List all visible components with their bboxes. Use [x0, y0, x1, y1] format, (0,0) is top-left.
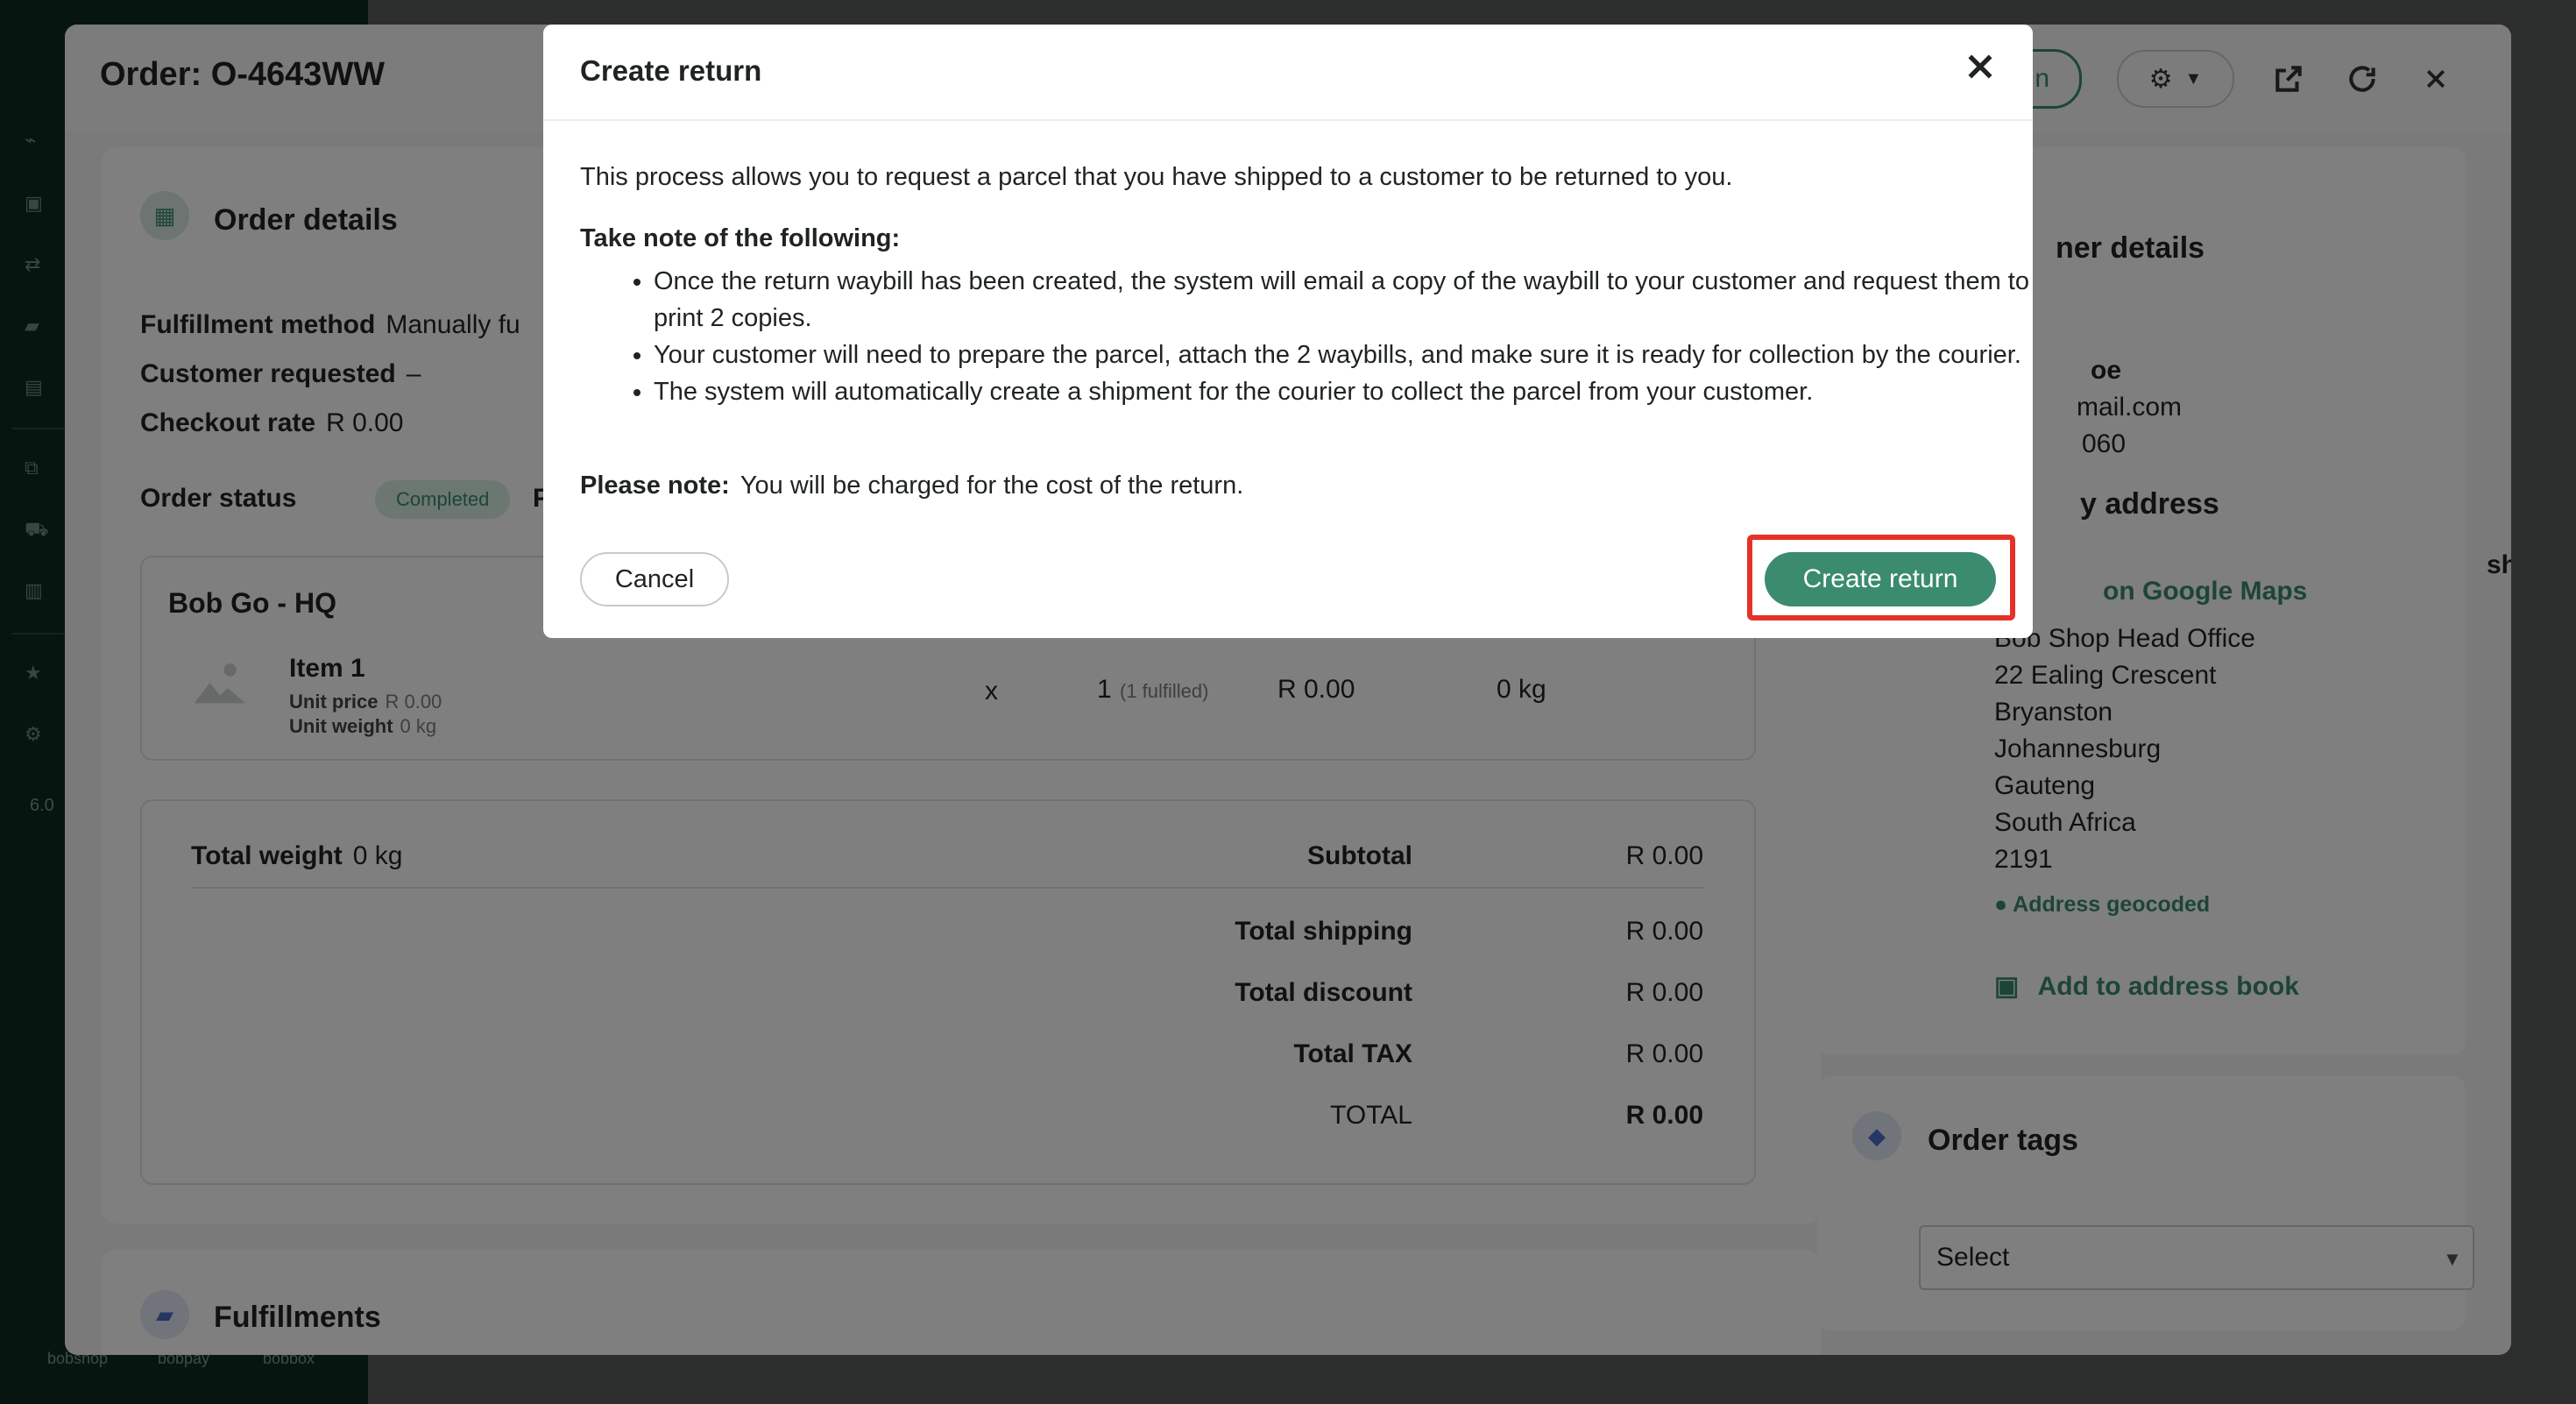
list-item: Your customer will need to prepare the p…	[654, 337, 2033, 373]
please-note-row: Please note: You will be charged for the …	[580, 472, 1244, 500]
list-item: The system will automatically create a s…	[654, 373, 2033, 410]
take-note-list: Once the return waybill has been created…	[580, 263, 2033, 410]
close-icon[interactable]	[1959, 49, 2001, 91]
list-item: Once the return waybill has been created…	[654, 263, 2033, 337]
modal-header: Create return	[543, 25, 2033, 121]
create-return-highlight-box	[1747, 535, 2015, 620]
modal-title: Create return	[580, 54, 762, 87]
take-note-heading: Take note of the following:	[580, 224, 901, 252]
modal-intro-text: This process allows you to request a par…	[580, 163, 1733, 191]
cancel-button[interactable]: Cancel	[580, 552, 729, 606]
